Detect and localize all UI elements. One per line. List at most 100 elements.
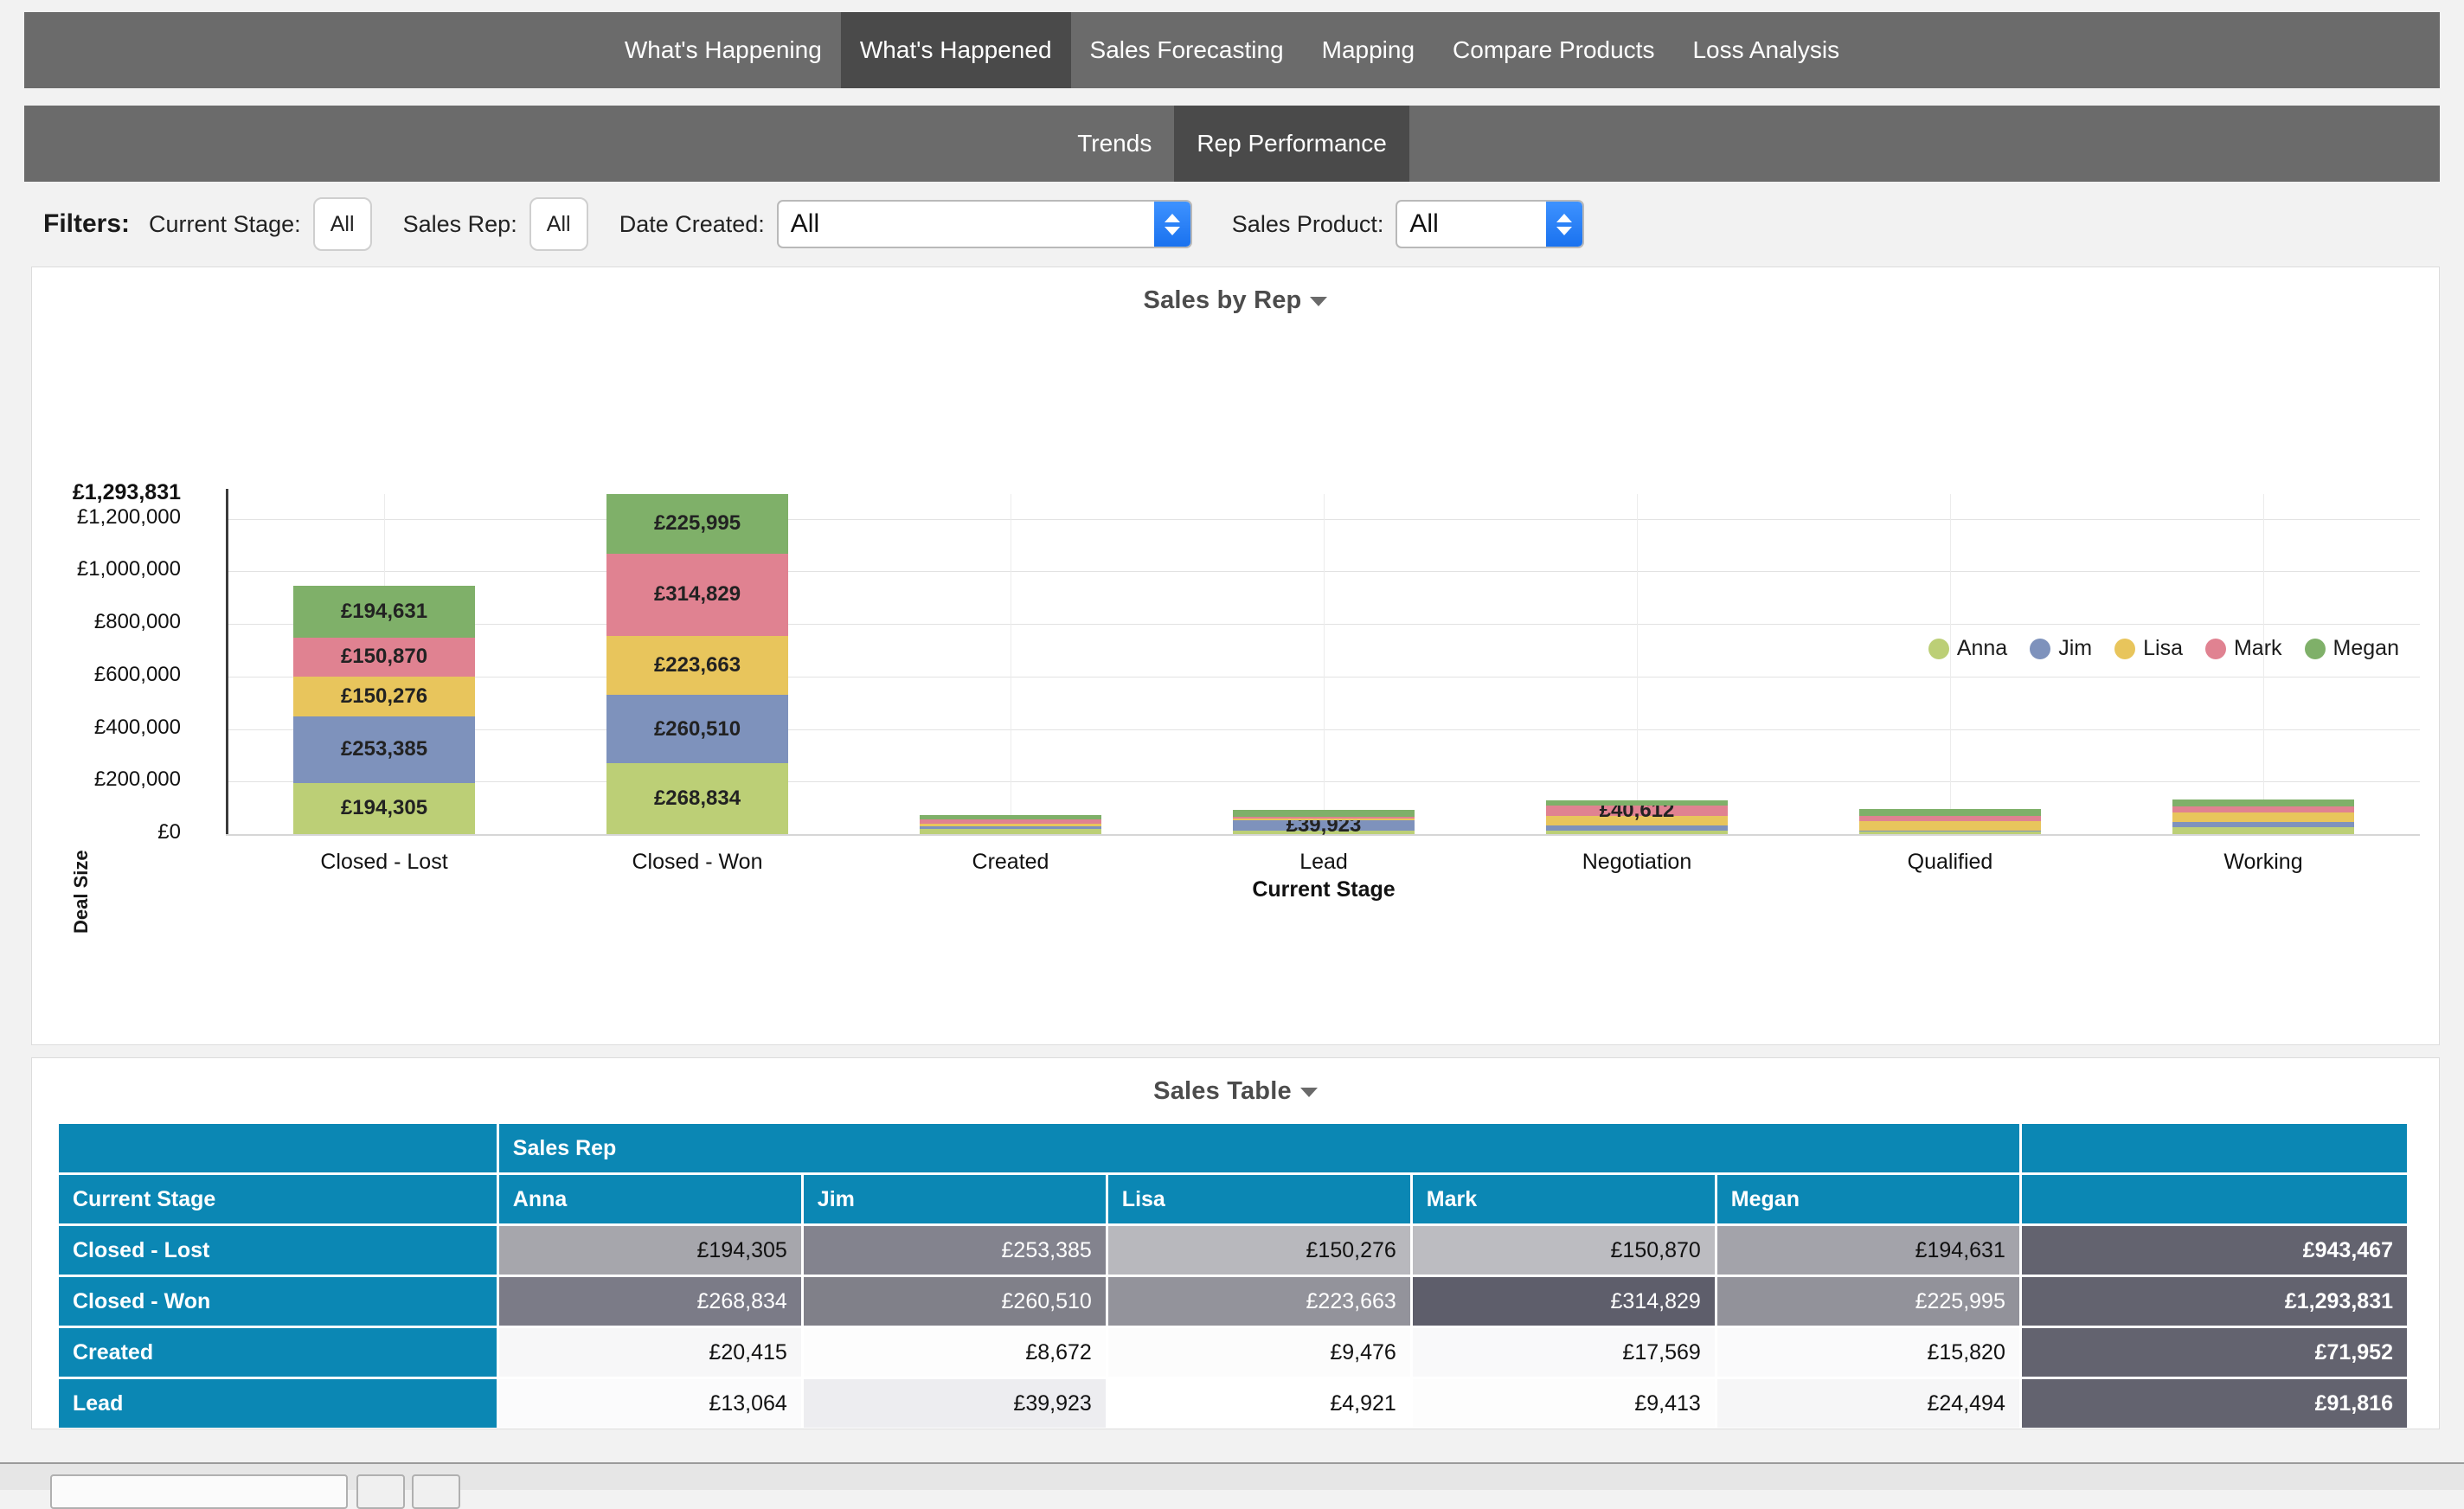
y-axis-line (226, 489, 228, 835)
tab-rep-performance[interactable]: Rep Performance (1174, 106, 1408, 182)
current-stage-value: All (330, 212, 355, 237)
bar-segment[interactable]: £314,829 (606, 554, 788, 637)
bar-segment[interactable] (2172, 812, 2354, 822)
bar-data-label: £314,829 (654, 582, 741, 607)
table-total-group-header (2022, 1124, 2407, 1172)
table-row[interactable]: Closed - Lost£194,305£253,385£150,276£15… (59, 1226, 2407, 1275)
bar-stack[interactable] (1859, 809, 2041, 834)
current-stage-filter[interactable]: All (313, 197, 372, 251)
bar-stack[interactable]: £39,923 (1233, 810, 1415, 834)
sales-rep-label: Sales Rep: (403, 211, 517, 238)
bottom-input-field[interactable] (50, 1474, 348, 1509)
table-row-header: Lead (59, 1379, 497, 1428)
bar-segment[interactable] (1546, 831, 1728, 834)
bar-stack[interactable]: £268,834 £260,510 £223,663 £314,829 £225,995 (606, 494, 788, 834)
bar-segment[interactable] (1859, 832, 2041, 834)
bar-segment[interactable]: £150,276 (293, 677, 475, 716)
bottom-button-1[interactable] (356, 1474, 405, 1509)
bar-segment[interactable] (920, 824, 1101, 826)
table-row[interactable]: Lead£13,064£39,923£4,921£9,413£24,494£91… (59, 1379, 2407, 1428)
table-row[interactable]: Created£20,415£8,672£9,476£17,569£15,820… (59, 1328, 2407, 1377)
bar-segment[interactable]: £39,923 (1233, 820, 1415, 831)
filters-label: Filters: (43, 209, 130, 239)
sales-table-panel: Sales Table Sales Rep Current StageAnnaJ… (31, 1057, 2440, 1429)
bar-segment[interactable] (2172, 827, 2354, 834)
vertical-gridline (2263, 494, 2264, 834)
bar-segment[interactable] (2172, 822, 2354, 827)
sales-product-select[interactable]: All (1396, 200, 1584, 248)
bar-segment[interactable]: £225,995 (606, 494, 788, 554)
bar-segment[interactable] (1859, 809, 2041, 816)
table-row[interactable]: Closed - Won£268,834£260,510£223,663£314… (59, 1277, 2407, 1326)
nav-item-loss-analysis[interactable]: Loss Analysis (1673, 12, 1858, 88)
vertical-gridline (1637, 494, 1638, 834)
y-axis-tick-label: £1,000,000 (0, 557, 181, 581)
bar-segment[interactable] (1233, 817, 1415, 819)
bar-segment[interactable]: £194,305 (293, 783, 475, 834)
table-header-mark: Mark (1413, 1175, 1715, 1223)
bar-segment[interactable] (1546, 825, 1728, 831)
chevron-up-icon (1165, 214, 1180, 222)
table-header-current-stage: Current Stage (59, 1175, 497, 1223)
vertical-gridline (1324, 494, 1325, 834)
date-created-label: Date Created: (619, 211, 765, 238)
bar-segment[interactable]: £260,510 (606, 695, 788, 763)
bar-segment[interactable] (1546, 800, 1728, 806)
bottom-button-2[interactable] (412, 1474, 460, 1509)
table-title-bar[interactable]: Sales Table (32, 1058, 2439, 1114)
table-body: Closed - Lost£194,305£253,385£150,276£15… (59, 1226, 2407, 1429)
bar-segment[interactable] (920, 815, 1101, 819)
spinner-arrows-icon[interactable] (1546, 202, 1582, 247)
table-row-header: Closed - Lost (59, 1226, 497, 1275)
chevron-down-icon (1556, 227, 1572, 235)
sales-product-label: Sales Product: (1232, 211, 1384, 238)
bar-segment[interactable]: £223,663 (606, 636, 788, 695)
bar-segment[interactable] (920, 826, 1101, 829)
table-head: Sales Rep Current StageAnnaJimLisaMarkMe… (59, 1124, 2407, 1223)
bar-segment[interactable]: £150,870 (293, 638, 475, 677)
bar-segment[interactable] (2172, 799, 2354, 806)
bar-segment[interactable]: £40,612 (1546, 806, 1728, 816)
bar-data-label: £268,834 (654, 787, 741, 811)
bar-data-label: £223,663 (654, 653, 741, 677)
bar-segment[interactable]: £268,834 (606, 763, 788, 834)
table-cell: £13,064 (499, 1379, 801, 1428)
date-created-select[interactable]: All (777, 200, 1192, 248)
bar-stack[interactable] (2172, 799, 2354, 834)
chart-plot-area: Deal Size £0£200,000£400,000£600,000£800… (32, 267, 2441, 1046)
bar-segment[interactable] (1859, 816, 2041, 821)
bar-segment[interactable] (1859, 831, 2041, 832)
bar-segment[interactable] (1859, 821, 2041, 831)
table-cell: £225,995 (1717, 1277, 2019, 1326)
bar-data-label: £194,631 (341, 600, 427, 624)
chevron-down-icon[interactable] (1300, 1088, 1318, 1097)
bar-segment[interactable] (920, 829, 1101, 834)
sales-rep-filter[interactable]: All (529, 197, 588, 251)
y-axis-tick-label: £600,000 (0, 663, 181, 687)
bar-segment[interactable]: £253,385 (293, 716, 475, 783)
y-axis-tick-label: £200,000 (0, 767, 181, 792)
bar-stack[interactable] (920, 815, 1101, 834)
bar-segment[interactable] (2172, 806, 2354, 812)
bar-segment[interactable] (920, 819, 1101, 824)
nav-item-compare-products[interactable]: Compare Products (1434, 12, 1673, 88)
bar-stack[interactable]: £40,612 (1546, 800, 1728, 834)
table-row-total: £1,293,831 (2022, 1277, 2407, 1326)
table-group-header-sales-rep: Sales Rep (499, 1124, 2019, 1172)
table-cell: £268,834 (499, 1277, 801, 1326)
nav-item-whats-happened[interactable]: What's Happened (841, 12, 1071, 88)
nav-item-whats-happening[interactable]: What's Happening (606, 12, 841, 88)
nav-item-sales-forecasting[interactable]: Sales Forecasting (1071, 12, 1303, 88)
bar-stack[interactable]: £194,305£253,385£150,276£150,870 £194,631 (293, 586, 475, 834)
bar-segment[interactable]: £194,631 (293, 586, 475, 637)
y-axis-tick-label: £800,000 (0, 610, 181, 634)
nav-item-mapping[interactable]: Mapping (1303, 12, 1434, 88)
tab-trends[interactable]: Trends (1055, 106, 1174, 182)
bar-data-label: £225,995 (654, 511, 741, 536)
spinner-arrows-icon[interactable] (1154, 202, 1190, 247)
primary-nav: What's Happening What's Happened Sales F… (24, 12, 2440, 88)
bar-segment[interactable] (1233, 810, 1415, 816)
table-cell: £20,415 (499, 1328, 801, 1377)
table-row-header: Created (59, 1328, 497, 1377)
table-cell: £223,663 (1108, 1277, 1410, 1326)
